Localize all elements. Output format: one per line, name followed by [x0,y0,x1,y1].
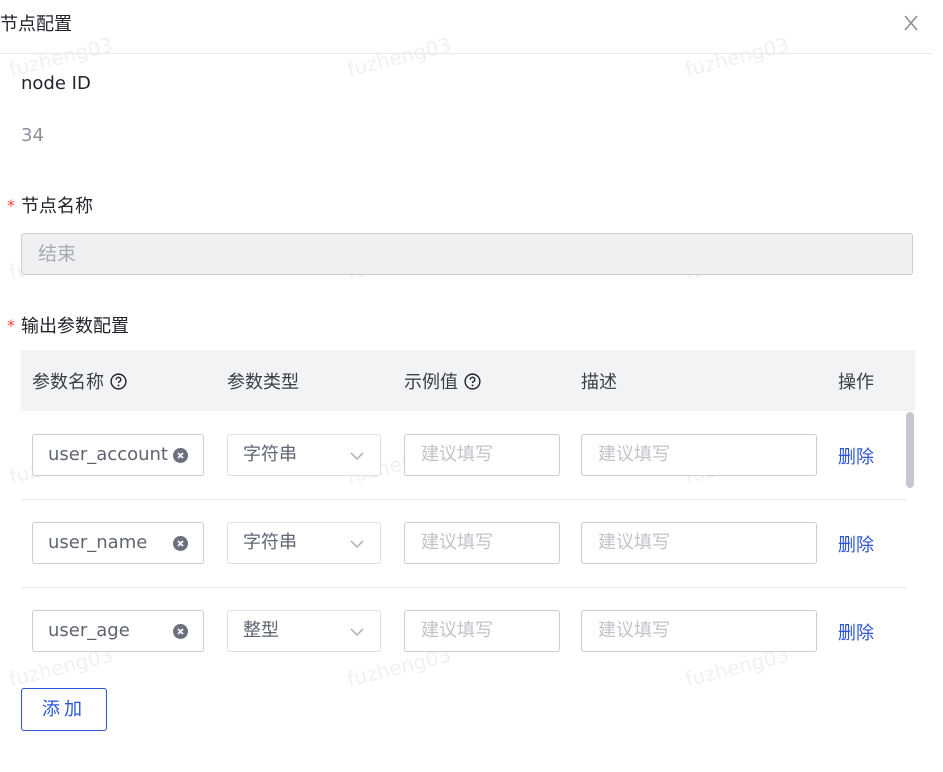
help-circle-icon[interactable] [464,372,481,390]
table-scrollbar[interactable] [906,412,914,488]
column-header-label: 参数类型 [227,372,299,393]
clear-icon[interactable] [173,536,188,551]
node-name-label: 节点名称 [21,196,93,217]
param-type-value: 整型 [243,620,279,641]
column-header-label: 示例值 [404,372,458,393]
delete-row-link[interactable]: 删除 [838,619,874,645]
panel-header: 节点配置 [0,0,931,54]
param-name-input[interactable]: user_account [32,434,204,476]
description-input[interactable]: 建议填写 [581,522,817,564]
clear-icon[interactable] [173,624,188,639]
close-icon[interactable] [900,12,922,34]
column-header-param-name: 参数名称 [32,368,127,394]
row-divider [21,499,907,500]
column-header-param-type: 参数类型 [227,368,299,394]
example-value-input[interactable]: 建议填写 [404,610,560,652]
param-type-value: 字符串 [243,444,297,465]
column-header-label: 操作 [838,372,874,393]
example-value-input[interactable]: 建议填写 [404,522,560,564]
column-header-label: 参数名称 [32,372,104,393]
param-name-input[interactable]: user_age [32,610,204,652]
node-id-label: node ID [21,73,91,94]
description-input[interactable]: 建议填写 [581,434,817,476]
chevron-down-icon [350,628,364,636]
param-type-value: 字符串 [243,532,297,553]
params-table-header: 参数名称 参数类型 示例值 描述 操作 [21,350,915,411]
clear-icon[interactable] [173,448,188,463]
node-id-value: 34 [21,125,44,146]
column-header-example: 示例值 [404,368,481,394]
required-mark: * [7,196,15,215]
column-header-label: 描述 [581,372,617,393]
help-circle-icon[interactable] [110,372,127,390]
close-button[interactable] [900,12,922,34]
output-params-label: 输出参数配置 [21,316,129,337]
node-name-input[interactable]: 结束 [21,233,913,275]
param-name-value: user_account [48,444,168,465]
example-value-input[interactable]: 建议填写 [404,434,560,476]
row-divider [21,587,907,588]
param-name-value: user_age [48,620,130,641]
chevron-down-icon [350,540,364,548]
param-type-select[interactable]: 字符串 [227,522,381,564]
panel-title: 节点配置 [0,14,72,35]
column-header-description: 描述 [581,368,617,394]
param-type-select[interactable]: 整型 [227,610,381,652]
node-config-panel: fuzheng03 fuzheng03 fuzheng03 fuzheng03 … [0,0,943,772]
param-name-input[interactable]: user_name [32,522,204,564]
param-type-select[interactable]: 字符串 [227,434,381,476]
param-name-value: user_name [48,532,148,553]
delete-row-link[interactable]: 删除 [838,443,874,469]
required-mark: * [7,316,15,335]
chevron-down-icon [350,452,364,460]
description-input[interactable]: 建议填写 [581,610,817,652]
delete-row-link[interactable]: 删除 [838,531,874,557]
column-header-action: 操作 [838,368,874,394]
add-param-button[interactable]: 添加 [21,688,107,731]
